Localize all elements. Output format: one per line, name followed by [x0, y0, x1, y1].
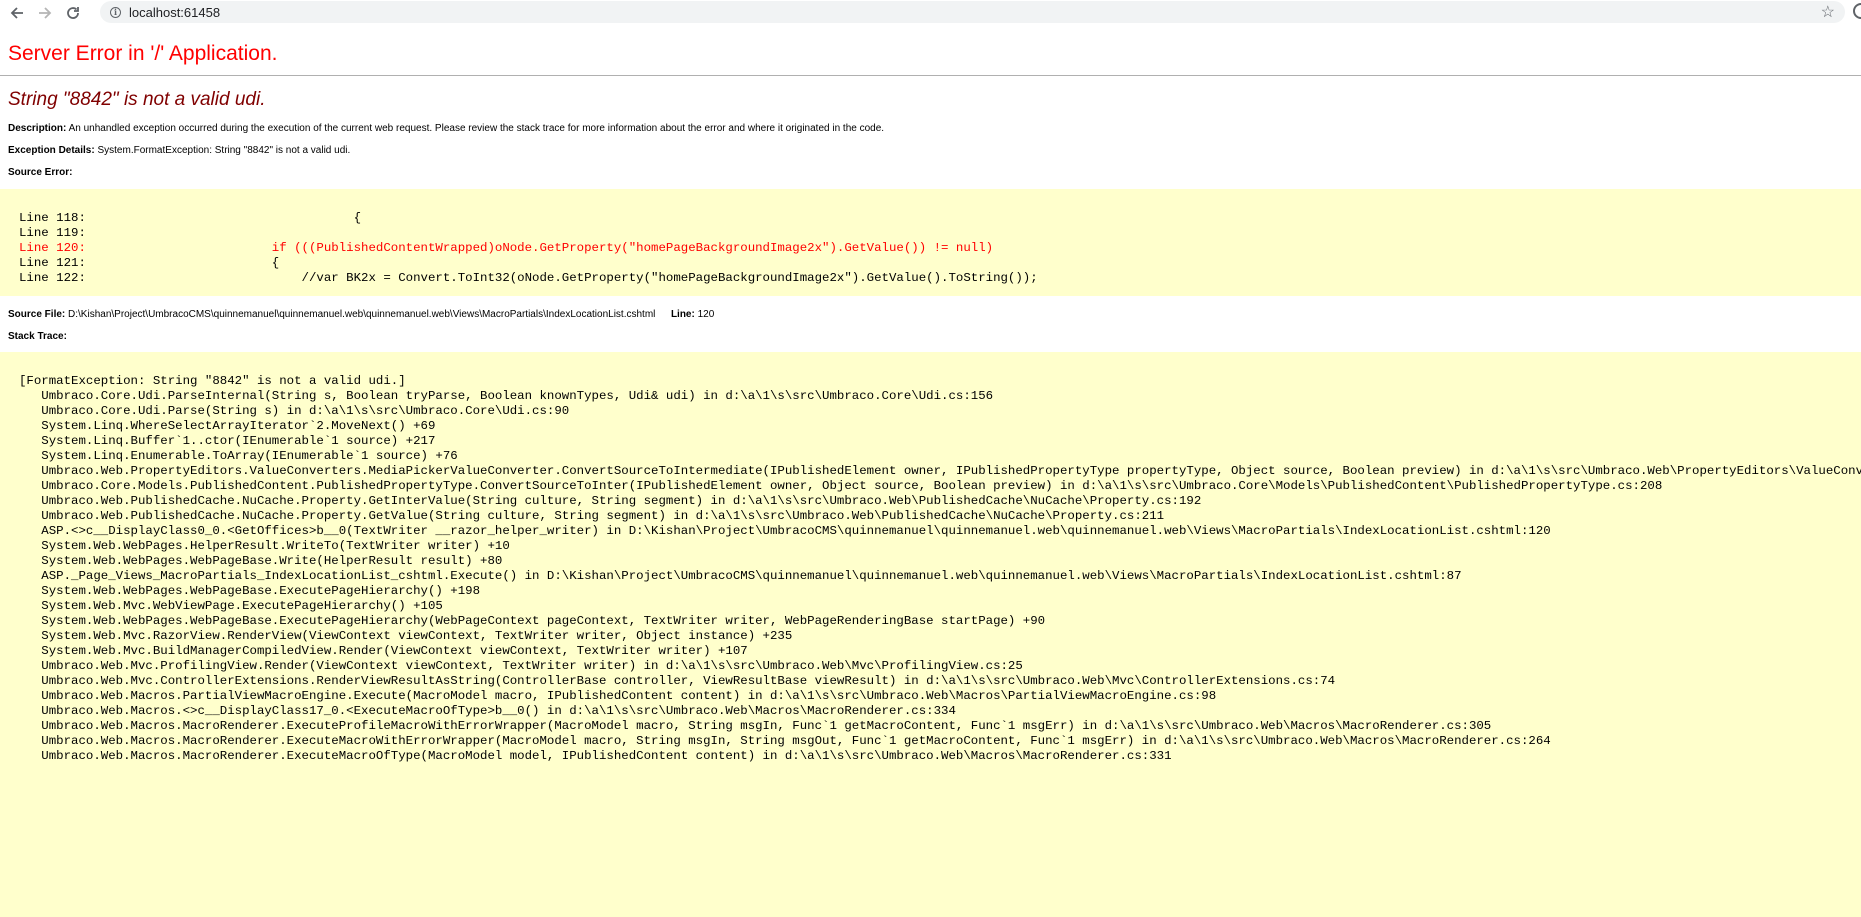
description-label: Description:: [8, 123, 67, 134]
info-icon[interactable]: i: [110, 6, 121, 18]
line-number: 120: [697, 309, 715, 320]
stack-trace-line-item: Umbraco.Web.PropertyEditors.ValueConvert…: [41, 464, 1861, 478]
source-error-label: Source Error:: [8, 167, 73, 178]
address-bar[interactable]: i localhost:61458 ☆: [100, 1, 1845, 23]
stack-trace-line-item: System.Linq.WhereSelectArrayIterator`2.M…: [19, 419, 436, 433]
reload-icon[interactable]: [62, 2, 84, 24]
stack-trace-line-item: Umbraco.Web.Macros.PartialViewMacroEngin…: [19, 689, 1217, 703]
stack-trace-line-item: Umbraco.Web.PublishedCache.NuCache.Prope…: [19, 509, 1165, 523]
source-error-box: Line 118: {Line 119: Line 120: if (((Publ…: [0, 189, 1861, 296]
back-arrow-icon[interactable]: [6, 2, 28, 24]
exception-text: System.FormatException: String "8842" is…: [97, 145, 351, 156]
stack-trace-line-item: System.Web.WebPages.WebPageBase.ExecuteP…: [19, 584, 481, 598]
stack-trace-line-item: System.Web.Mvc.WebViewPage.ExecutePageHi…: [19, 599, 443, 613]
description-line: Description: An unhandled exception occu…: [8, 123, 884, 134]
source-error-line: Source Error:: [8, 167, 72, 178]
stack-trace-line-item: System.Web.Mvc.BuildManagerCompiledView.…: [19, 644, 748, 658]
url-text[interactable]: localhost:61458: [129, 5, 220, 20]
stack-trace-line-item: Umbraco.Core.Udi.ParseInternal(String s,…: [19, 389, 994, 403]
source-line: Line 118: {: [19, 211, 362, 225]
stack-trace-line-item: ASP.<>c__DisplayClass0_0.<GetOffices>b__…: [19, 524, 1551, 538]
source-file-line: Source File: D:\Kishan\Project\UmbracoCM…: [8, 309, 714, 320]
stack-trace-box: [FormatException: String "8842" is not a…: [0, 352, 1861, 917]
line-label: Line:: [670, 309, 695, 320]
profile-avatar-icon[interactable]: [1853, 3, 1861, 19]
exception-details-line: Exception Details: System.FormatExceptio…: [8, 145, 350, 156]
stack-trace-line-item: System.Web.WebPages.HelperResult.WriteTo…: [19, 539, 510, 553]
stack-trace-line-item: System.Linq.Buffer`1..ctor(IEnumerable`1…: [19, 434, 436, 448]
source-line: Line 121: {: [19, 256, 280, 270]
stack-trace-line-item: Umbraco.Core.Udi.Parse(String s) in d:\a…: [19, 404, 570, 418]
stack-trace-line: Stack Trace:: [8, 331, 67, 342]
stack-trace-line-item: System.Web.WebPages.WebPageBase.ExecuteP…: [19, 614, 1046, 628]
source-line: Line 122: //var BK2x = Convert.ToInt32(o…: [19, 271, 1038, 285]
stack-trace-line-item: ASP._Page_Views_MacroPartials_IndexLocat…: [19, 569, 1462, 583]
browser-toolbar: i localhost:61458 ☆: [0, 0, 1861, 26]
stack-trace-line-item: Umbraco.Web.Mvc.ProfilingView.Render(Vie…: [19, 659, 1023, 673]
stack-trace-line-item: Umbraco.Web.Macros.MacroRenderer.Execute…: [19, 719, 1492, 733]
stack-trace-line-item: Umbraco.Web.PublishedCache.NuCache.Prope…: [19, 494, 1202, 508]
exception-label: Exception Details:: [8, 145, 95, 156]
stack-trace-line-item: [FormatException: String "8842" is not a…: [19, 374, 406, 388]
source-file-label: Source File:: [8, 309, 66, 320]
stack-trace-line-item: System.Linq.Enumerable.ToArray(IEnumerab…: [19, 449, 458, 463]
error-message-heading: String "8842" is not a valid udi.: [8, 89, 266, 110]
title-divider: [0, 75, 1861, 76]
page-title: Server Error in '/' Application.: [8, 42, 278, 65]
source-file-path: D:\Kishan\Project\UmbracoCMS\quinnemanue…: [68, 309, 656, 320]
source-line-error: Line 120: if (((PublishedContentWrapped)…: [19, 241, 994, 255]
bookmark-star-icon[interactable]: ☆: [1821, 2, 1835, 22]
stack-trace-line-item: Umbraco.Web.Macros.<>c__DisplayClass17_0…: [19, 704, 956, 718]
stack-trace-line-item: System.Web.WebPages.WebPageBase.Write(He…: [19, 554, 503, 568]
stack-trace-line-item: Umbraco.Web.Macros.MacroRenderer.Execute…: [19, 749, 1172, 763]
stack-trace-label: Stack Trace:: [8, 331, 67, 342]
source-line: Line 119:: [19, 226, 86, 240]
description-text: An unhandled exception occurred during t…: [68, 123, 885, 134]
forward-arrow-icon[interactable]: [34, 2, 56, 24]
stack-trace-line-item: Umbraco.Core.Models.PublishedContent.Pub…: [19, 479, 1663, 493]
stack-trace-line-item: System.Web.Mvc.RazorView.RenderView(View…: [19, 629, 793, 643]
stack-trace-line-item: Umbraco.Web.Mvc.ControllerExtensions.Ren…: [19, 674, 1336, 688]
stack-trace-line-item: Umbraco.Web.Macros.MacroRenderer.Execute…: [19, 734, 1551, 748]
